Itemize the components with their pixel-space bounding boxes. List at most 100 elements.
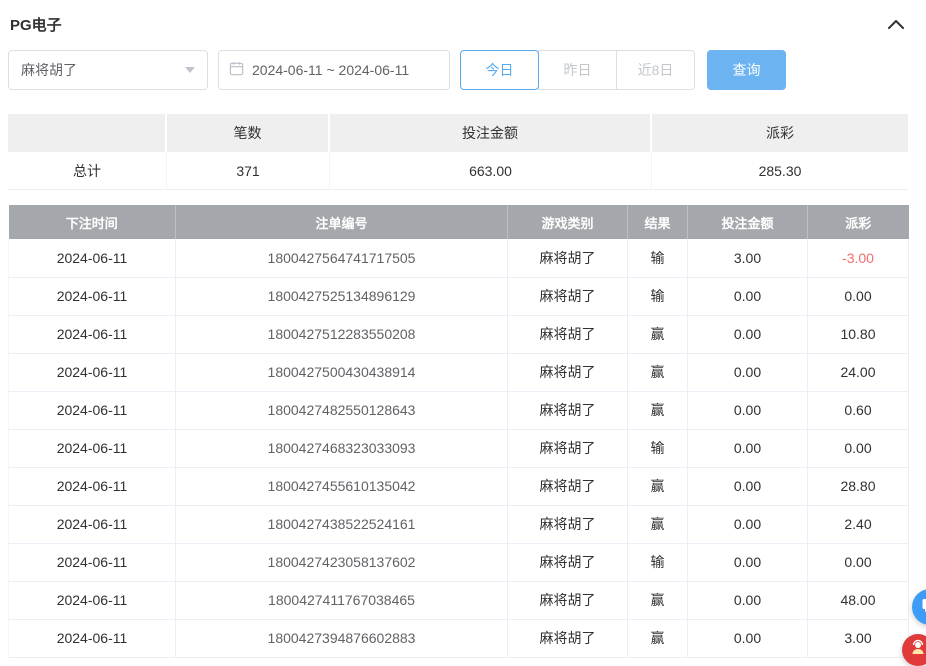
- cell-bet-time: 2024-06-11: [9, 315, 176, 353]
- cell-order-no: 1800427394876602883: [176, 619, 508, 657]
- cell-result: 赢: [628, 581, 688, 619]
- customer-service-float-button[interactable]: [902, 634, 926, 666]
- calendar-icon: [229, 61, 244, 79]
- cell-payout: 28.80: [808, 467, 909, 505]
- col-header-payout: 派彩: [808, 205, 909, 239]
- cell-game-type: 麻将胡了: [508, 505, 628, 543]
- cell-result: 赢: [628, 353, 688, 391]
- cell-game-type: 麻将胡了: [508, 581, 628, 619]
- chevron-down-icon: [185, 67, 195, 73]
- cell-bet-amount: 0.00: [688, 353, 808, 391]
- cell-payout: 10.80: [808, 315, 909, 353]
- cell-bet-amount: 3.00: [688, 239, 808, 277]
- col-header-bet-amount: 投注金额: [688, 205, 808, 239]
- bet-table-header: 下注时间 注单编号 游戏类别 结果 投注金额 派彩: [9, 205, 909, 239]
- cell-order-no: 1800427512283550208: [176, 315, 508, 353]
- cell-game-type: 麻将胡了: [508, 353, 628, 391]
- panel-header: PG电子: [8, 10, 908, 36]
- pg-panel: PG电子 麻将胡了 2024-06-11 ~ 2024-06-11 今日 昨日 …: [0, 0, 926, 658]
- table-row: 2024-06-111800427468323033093麻将胡了输0.000.…: [9, 429, 909, 467]
- cell-payout: 0.00: [808, 543, 909, 581]
- cell-bet-time: 2024-06-11: [9, 581, 176, 619]
- cell-payout: 0.60: [808, 391, 909, 429]
- cell-payout: -3.00: [808, 239, 909, 277]
- cell-order-no: 1800427411767038465: [176, 581, 508, 619]
- cell-payout: 2.40: [808, 505, 909, 543]
- cell-payout: 3.00: [808, 619, 909, 657]
- cell-game-type: 麻将胡了: [508, 391, 628, 429]
- cell-bet-amount: 0.00: [688, 467, 808, 505]
- cell-game-type: 麻将胡了: [508, 619, 628, 657]
- page-title: PG电子: [10, 14, 62, 35]
- cell-payout: 0.00: [808, 277, 909, 315]
- table-row: 2024-06-111800427394876602883麻将胡了赢0.003.…: [9, 619, 909, 657]
- summary-header-count: 笔数: [167, 114, 330, 152]
- game-select[interactable]: 麻将胡了: [8, 50, 208, 90]
- cell-result: 赢: [628, 391, 688, 429]
- cell-game-type: 麻将胡了: [508, 239, 628, 277]
- bet-records-table: 下注时间 注单编号 游戏类别 结果 投注金额 派彩 2024-06-111800…: [8, 205, 909, 658]
- yesterday-button[interactable]: 昨日: [538, 50, 617, 90]
- cell-result: 赢: [628, 315, 688, 353]
- cell-bet-amount: 0.00: [688, 277, 808, 315]
- cell-bet-time: 2024-06-11: [9, 505, 176, 543]
- cell-bet-amount: 0.00: [688, 505, 808, 543]
- summary-table: 笔数 投注金额 派彩 总计 371 663.00 285.30: [8, 114, 908, 190]
- filter-bar: 麻将胡了 2024-06-11 ~ 2024-06-11 今日 昨日 近8日 查…: [8, 50, 908, 90]
- cell-bet-time: 2024-06-11: [9, 619, 176, 657]
- game-select-value: 麻将胡了: [21, 60, 77, 80]
- table-row: 2024-06-111800427500430438914麻将胡了赢0.0024…: [9, 353, 909, 391]
- cell-result: 输: [628, 543, 688, 581]
- table-row: 2024-06-111800427438522524161麻将胡了赢0.002.…: [9, 505, 909, 543]
- cell-bet-time: 2024-06-11: [9, 467, 176, 505]
- cell-game-type: 麻将胡了: [508, 467, 628, 505]
- cell-order-no: 1800427500430438914: [176, 353, 508, 391]
- cell-order-no: 1800427525134896129: [176, 277, 508, 315]
- summary-header-bet-amount: 投注金额: [330, 114, 652, 152]
- table-row: 2024-06-111800427564741717505麻将胡了输3.00-3…: [9, 239, 909, 277]
- summary-header-row: 笔数 投注金额 派彩: [8, 114, 908, 152]
- cell-order-no: 1800427423058137602: [176, 543, 508, 581]
- customer-service-icon: [909, 639, 926, 662]
- table-row: 2024-06-111800427482550128643麻将胡了赢0.000.…: [9, 391, 909, 429]
- date-range-picker[interactable]: 2024-06-11 ~ 2024-06-11: [218, 50, 450, 90]
- query-button[interactable]: 查询: [707, 50, 786, 90]
- collapse-button[interactable]: [886, 15, 906, 34]
- cell-result: 输: [628, 277, 688, 315]
- cell-order-no: 1800427564741717505: [176, 239, 508, 277]
- cell-bet-amount: 0.00: [688, 619, 808, 657]
- cell-game-type: 麻将胡了: [508, 429, 628, 467]
- table-row: 2024-06-111800427411767038465麻将胡了赢0.0048…: [9, 581, 909, 619]
- chevron-up-icon: [888, 17, 904, 32]
- cell-bet-time: 2024-06-11: [9, 353, 176, 391]
- cell-bet-time: 2024-06-11: [9, 277, 176, 315]
- cell-bet-amount: 0.00: [688, 543, 808, 581]
- summary-total-bet-amount: 663.00: [330, 152, 652, 190]
- summary-total-row: 总计 371 663.00 285.30: [8, 152, 908, 190]
- col-header-game-type: 游戏类别: [508, 205, 628, 239]
- cell-result: 赢: [628, 467, 688, 505]
- cell-bet-time: 2024-06-11: [9, 239, 176, 277]
- summary-total-count: 371: [167, 152, 330, 190]
- cell-bet-time: 2024-06-11: [9, 543, 176, 581]
- cell-bet-amount: 0.00: [688, 581, 808, 619]
- cell-order-no: 1800427455610135042: [176, 467, 508, 505]
- chat-icon: [921, 596, 926, 619]
- col-header-result: 结果: [628, 205, 688, 239]
- cell-bet-amount: 0.00: [688, 429, 808, 467]
- cell-result: 赢: [628, 505, 688, 543]
- table-row: 2024-06-111800427512283550208麻将胡了赢0.0010…: [9, 315, 909, 353]
- cell-result: 赢: [628, 619, 688, 657]
- quick-range-group: 今日 昨日 近8日: [460, 50, 695, 90]
- bet-table-body: 2024-06-111800427564741717505麻将胡了输3.00-3…: [9, 239, 909, 657]
- table-row: 2024-06-111800427455610135042麻将胡了赢0.0028…: [9, 467, 909, 505]
- cell-game-type: 麻将胡了: [508, 315, 628, 353]
- summary-total-label: 总计: [8, 152, 167, 190]
- last-8-days-button[interactable]: 近8日: [616, 50, 695, 90]
- col-header-order-no: 注单编号: [176, 205, 508, 239]
- summary-total-payout: 285.30: [652, 152, 908, 190]
- cell-payout: 24.00: [808, 353, 909, 391]
- table-row: 2024-06-111800427525134896129麻将胡了输0.000.…: [9, 277, 909, 315]
- today-button[interactable]: 今日: [460, 50, 539, 90]
- cell-game-type: 麻将胡了: [508, 277, 628, 315]
